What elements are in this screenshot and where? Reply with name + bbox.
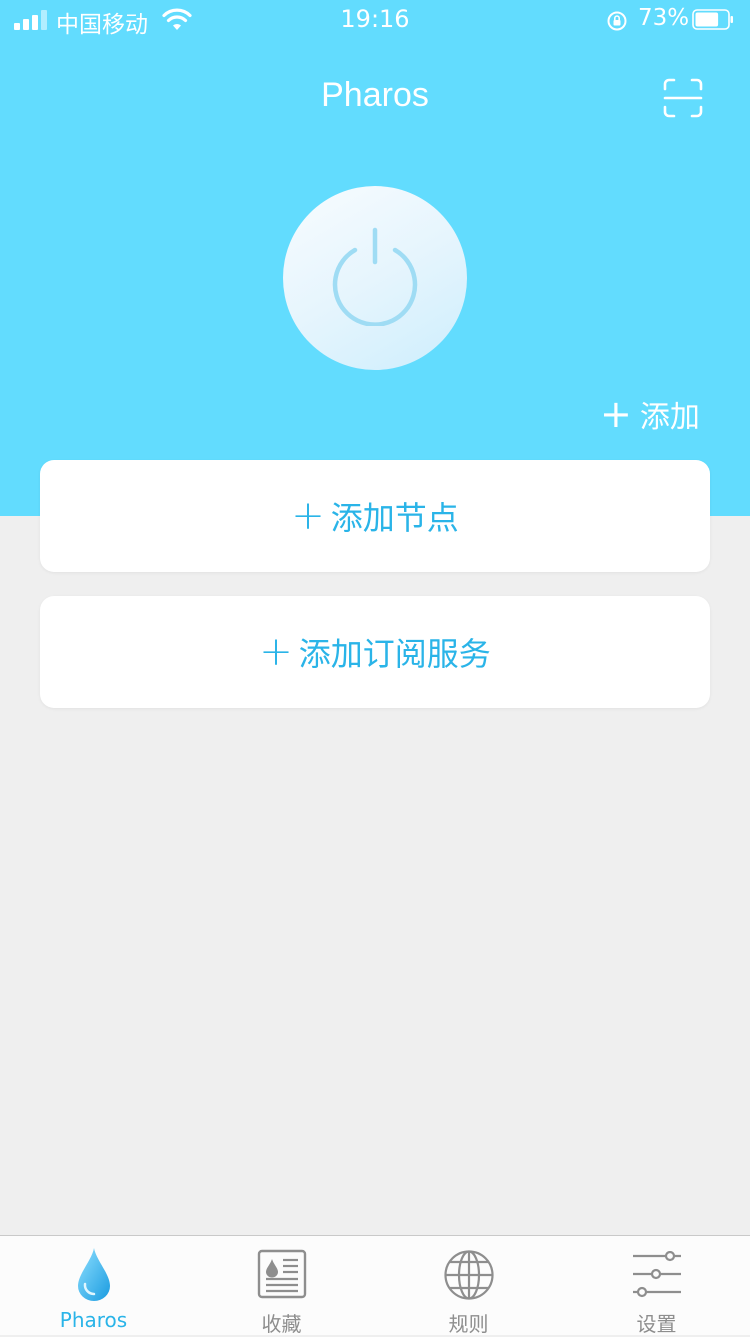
add-label: 添加 bbox=[639, 400, 700, 435]
droplet-icon bbox=[77, 1248, 110, 1301]
tab-label: 规则 bbox=[448, 1312, 489, 1336]
tab-label: 设置 bbox=[636, 1312, 677, 1336]
status-bar: 中国移动 19:16 73% bbox=[0, 0, 750, 40]
plus-icon: + bbox=[291, 493, 325, 539]
favorites-icon bbox=[257, 1249, 306, 1299]
add-node-label: 添加节点 bbox=[330, 499, 459, 537]
tab-bar: Pharos 收藏 规则 设置 bbox=[0, 1235, 750, 1336]
tab-favorites[interactable]: 收藏 bbox=[188, 1236, 375, 1336]
battery-percentage: 73% bbox=[638, 5, 690, 31]
add-subscription-label: 添加订阅服务 bbox=[298, 635, 491, 673]
scan-icon[interactable] bbox=[662, 77, 704, 119]
connect-power-button[interactable] bbox=[283, 186, 467, 370]
add-node-card[interactable]: + 添加节点 bbox=[40, 460, 710, 572]
add-button[interactable]: + 添加 bbox=[600, 392, 700, 436]
battery-icon bbox=[692, 9, 733, 30]
orientation-lock-icon bbox=[607, 11, 627, 31]
tab-label: Pharos bbox=[59, 1308, 128, 1332]
plus-icon: + bbox=[259, 629, 293, 675]
globe-icon bbox=[443, 1250, 494, 1300]
sliders-icon bbox=[632, 1251, 681, 1298]
tab-pharos[interactable]: Pharos bbox=[0, 1236, 187, 1335]
tab-settings[interactable]: 设置 bbox=[563, 1236, 750, 1336]
add-subscription-card[interactable]: + 添加订阅服务 bbox=[40, 596, 710, 708]
page-title: Pharos bbox=[321, 76, 429, 114]
tab-label: 收藏 bbox=[261, 1312, 302, 1336]
plus-icon: + bbox=[600, 392, 632, 436]
power-icon bbox=[332, 227, 418, 326]
tab-rules[interactable]: 规则 bbox=[375, 1236, 562, 1336]
